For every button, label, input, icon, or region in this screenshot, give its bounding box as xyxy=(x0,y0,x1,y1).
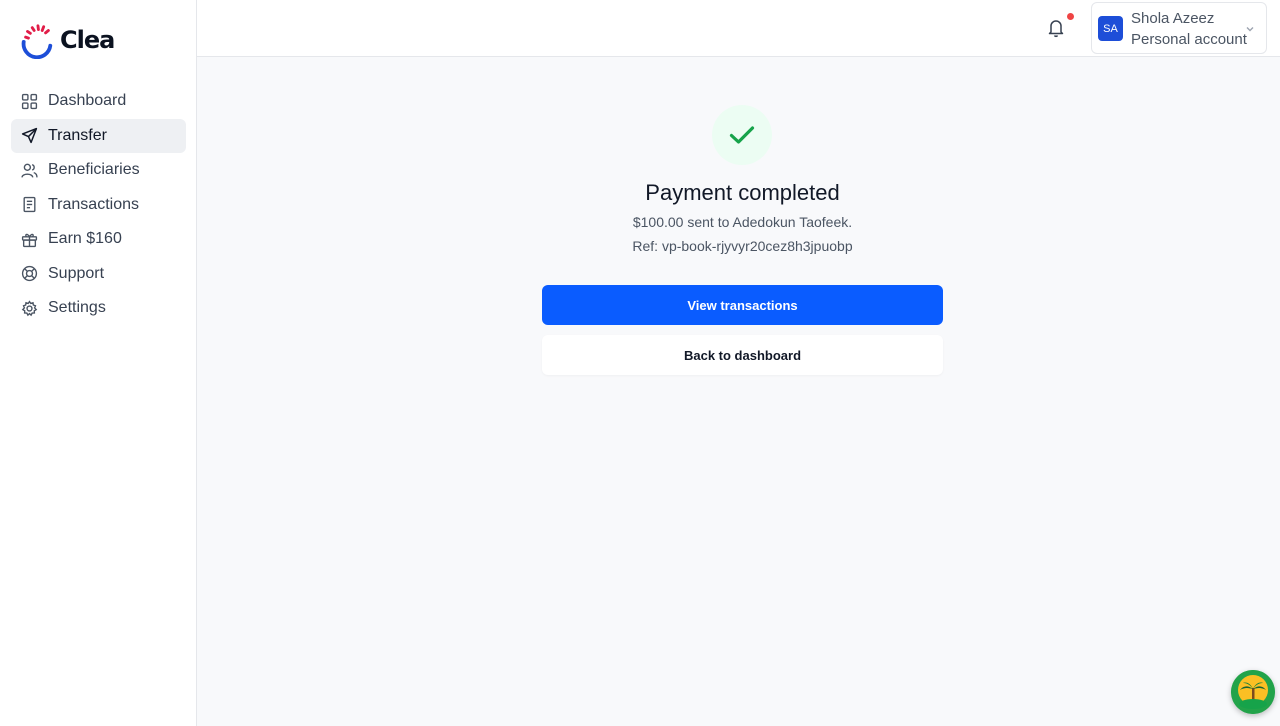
sidebar-item-label: Transactions xyxy=(48,195,139,213)
sidebar-item-label: Support xyxy=(48,264,105,282)
sidebar-nav: Dashboard Transfer Beneficiaries Transac… xyxy=(11,84,186,326)
result-title: Payment completed xyxy=(645,180,840,205)
chevron-down-icon xyxy=(1246,27,1254,32)
sidebar-item-label: Beneficiaries xyxy=(48,161,140,178)
result-summary: $100.00 sent to Adedokun Taofeek. xyxy=(632,214,853,230)
gift-icon xyxy=(21,231,38,248)
gear-icon xyxy=(21,299,38,317)
chat-launcher-button[interactable] xyxy=(1231,670,1275,714)
sidebar-item-label: Transfer xyxy=(48,126,107,144)
chat-launcher-icon xyxy=(1231,670,1275,714)
account-switcher[interactable]: SA Shola Azeez Personal account xyxy=(1091,2,1267,54)
brand-name: Clea xyxy=(60,26,115,54)
avatar: SA xyxy=(1098,16,1123,41)
sidebar: Clea Dashboard Transfer Beneficiaries Tr… xyxy=(0,0,197,726)
success-badge xyxy=(712,105,772,165)
brand-logo[interactable]: Clea xyxy=(18,20,115,60)
sidebar-item-label: Earn $160 xyxy=(48,230,122,247)
notification-badge xyxy=(1067,13,1074,20)
view-transactions-button[interactable]: View transactions xyxy=(542,285,943,325)
send-icon xyxy=(21,127,38,144)
lifebuoy-icon xyxy=(21,265,38,282)
result-reference: Ref: vp-book-rjyvyr20cez8h3jpuobp xyxy=(632,238,853,254)
check-icon xyxy=(729,126,755,144)
logo-mark-icon xyxy=(21,24,53,59)
sidebar-item-support[interactable]: Support xyxy=(11,257,186,291)
sidebar-item-label: Settings xyxy=(48,299,106,316)
sidebar-item-beneficiaries[interactable]: Beneficiaries xyxy=(11,153,186,187)
sidebar-item-transfer[interactable]: Transfer xyxy=(11,118,186,153)
users-icon xyxy=(21,162,38,179)
account-type: Personal account xyxy=(1131,31,1247,48)
sidebar-item-earn[interactable]: Earn $160 xyxy=(11,222,186,256)
sidebar-item-dashboard[interactable]: Dashboard xyxy=(11,84,186,118)
sidebar-item-settings[interactable]: Settings xyxy=(11,291,186,325)
receipt-icon xyxy=(21,196,38,213)
sidebar-item-label: Dashboard xyxy=(48,92,127,109)
account-name: Shola Azeez xyxy=(1131,10,1215,27)
back-to-dashboard-button[interactable]: Back to dashboard xyxy=(542,335,943,375)
grid-icon xyxy=(21,93,38,110)
bell-icon[interactable] xyxy=(1047,18,1065,38)
sidebar-item-transactions[interactable]: Transactions xyxy=(11,188,186,222)
